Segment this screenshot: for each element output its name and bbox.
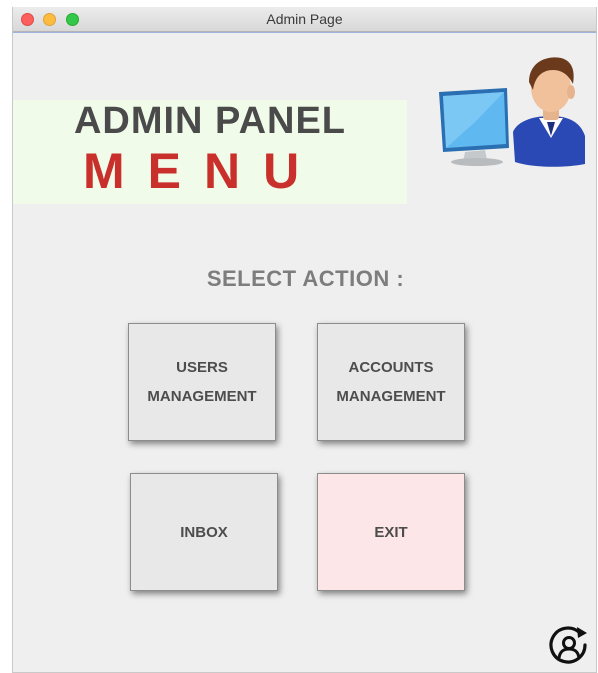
header-banner: ADMIN PANEL MENU <box>13 100 407 204</box>
users-management-label-line1: USERS <box>176 359 228 376</box>
banner-title: ADMIN PANEL <box>73 100 347 142</box>
exit-label: EXIT <box>374 523 408 541</box>
select-action-label: SELECT ACTION : <box>206 266 405 291</box>
exit-button[interactable]: EXIT <box>317 473 465 591</box>
admin-window: Admin Page ADMIN PANEL MENU SELECT ACTIO… <box>12 7 597 673</box>
accounts-management-button[interactable]: ACCOUNTS MANAGEMENT <box>317 323 465 441</box>
banner-menu-heading: MENU <box>83 143 323 199</box>
inbox-label: INBOX <box>180 523 228 541</box>
window-title: Admin Page <box>266 11 343 27</box>
users-management-label-line2: MANAGEMENT <box>147 388 257 405</box>
accounts-management-label-line1: ACCOUNTS <box>348 359 434 376</box>
accounts-management-label-line2: MANAGEMENT <box>336 388 446 405</box>
inbox-button[interactable]: INBOX <box>130 473 278 591</box>
account-switch-icon[interactable] <box>547 625 591 669</box>
title-divider <box>13 32 596 33</box>
users-management-button[interactable]: USERS MANAGEMENT <box>128 323 276 441</box>
admin-user-computer-icon <box>439 57 585 167</box>
title-bar[interactable]: Admin Page <box>13 7 596 32</box>
